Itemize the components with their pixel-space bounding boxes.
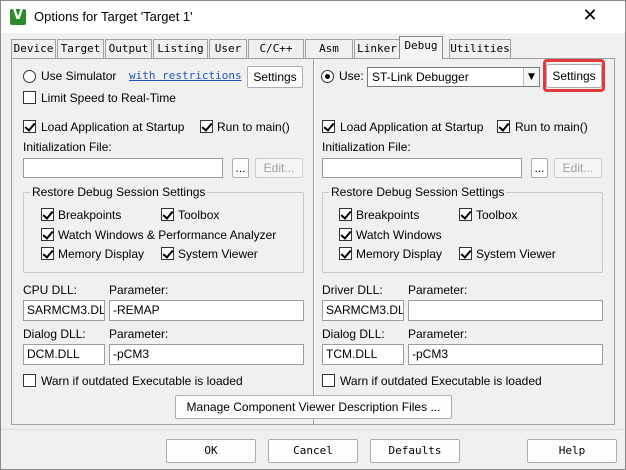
driver-dll-input[interactable]: SARMCM3.DLL <box>322 300 404 321</box>
manage-component-viewer-button[interactable]: Manage Component Viewer Description File… <box>175 395 452 419</box>
right-memory-checkbox[interactable] <box>339 247 352 260</box>
right-init-file-input[interactable] <box>322 158 522 178</box>
left-restore-group-title: Restore Debug Session Settings <box>30 185 208 199</box>
right-restore-group-title: Restore Debug Session Settings <box>329 185 507 199</box>
use-simulator-label: Use Simulator <box>41 69 117 83</box>
left-memory-checkbox[interactable] <box>41 247 54 260</box>
tab-device[interactable]: Device <box>11 39 56 58</box>
options-dialog: Options for Target 'Target 1' ✕ Device T… <box>0 0 626 470</box>
limit-speed-label: Limit Speed to Real-Time <box>41 91 176 105</box>
tab-linker[interactable]: Linker <box>354 39 400 58</box>
left-edit-button[interactable]: Edit... <box>255 158 303 178</box>
use-label: Use: <box>339 69 364 83</box>
cpu-dll-input[interactable]: SARMCM3.DLL <box>23 300 105 321</box>
footer-divider <box>1 429 625 430</box>
defaults-button[interactable]: Defaults <box>370 439 460 463</box>
left-breakpoints-checkbox[interactable] <box>41 208 54 221</box>
left-system-viewer-label: System Viewer <box>178 247 258 261</box>
right-dialog-dll-input[interactable]: TCM.DLL <box>322 344 404 365</box>
cpu-param-input[interactable]: -REMAP <box>109 300 304 321</box>
left-system-viewer-checkbox[interactable] <box>161 247 174 260</box>
left-init-file-input[interactable] <box>23 158 223 178</box>
right-dialog-param-label: Parameter: <box>408 327 468 341</box>
tab-utilities[interactable]: Utilities <box>449 39 511 58</box>
right-watch-label: Watch Windows <box>356 228 442 242</box>
chevron-down-icon[interactable]: ▼ <box>523 68 539 86</box>
tab-user[interactable]: User <box>209 39 247 58</box>
keil-app-icon <box>10 8 26 25</box>
right-breakpoints-label: Breakpoints <box>356 208 420 222</box>
tab-output[interactable]: Output <box>105 39 152 58</box>
left-toolbox-label: Toolbox <box>178 208 220 222</box>
left-dialog-dll-label: Dialog DLL: <box>23 327 86 341</box>
left-warn-checkbox[interactable] <box>23 374 36 387</box>
left-load-app-checkbox[interactable] <box>23 120 36 133</box>
right-init-file-label: Initialization File: <box>322 140 411 154</box>
cpu-dll-label: CPU DLL: <box>23 283 78 297</box>
restrictions-link[interactable]: with restrictions <box>129 69 242 82</box>
right-warn-label: Warn if outdated Executable is loaded <box>340 374 542 388</box>
left-load-app-label: Load Application at Startup <box>41 120 185 134</box>
right-run-to-main-label: Run to main() <box>515 120 588 134</box>
right-memory-label: Memory Display <box>356 247 443 261</box>
title-bar: Options for Target 'Target 1' ✕ <box>1 1 625 33</box>
right-browse-button[interactable]: ... <box>531 158 548 178</box>
left-memory-label: Memory Display <box>58 247 145 261</box>
left-toolbox-checkbox[interactable] <box>161 208 174 221</box>
ok-button[interactable]: OK <box>166 439 256 463</box>
left-run-to-main-checkbox[interactable] <box>200 120 213 133</box>
left-browse-button[interactable]: ... <box>232 158 249 178</box>
tab-listing[interactable]: Listing <box>153 39 208 58</box>
right-toolbox-checkbox[interactable] <box>459 208 472 221</box>
right-system-viewer-checkbox[interactable] <box>459 247 472 260</box>
settings-highlight-box <box>543 59 605 92</box>
simulator-settings-button[interactable]: Settings <box>247 66 303 88</box>
panel-divider <box>313 59 315 424</box>
left-watch-label: Watch Windows & Performance Analyzer <box>58 228 277 242</box>
driver-param-label: Parameter: <box>408 283 468 297</box>
debugger-select-value: ST-Link Debugger <box>372 70 469 84</box>
tab-asm[interactable]: Asm <box>305 39 353 58</box>
use-debugger-radio[interactable] <box>321 70 334 83</box>
right-load-app-label: Load Application at Startup <box>340 120 484 134</box>
close-icon[interactable]: ✕ <box>577 5 603 29</box>
cpu-param-label: Parameter: <box>109 283 169 297</box>
tab-debug[interactable]: Debug <box>399 36 443 59</box>
left-watch-checkbox[interactable] <box>41 228 54 241</box>
left-run-to-main-label: Run to main() <box>217 120 290 134</box>
tab-target[interactable]: Target <box>57 39 104 58</box>
window-title: Options for Target 'Target 1' <box>34 9 193 24</box>
right-breakpoints-checkbox[interactable] <box>339 208 352 221</box>
left-dialog-dll-input[interactable]: DCM.DLL <box>23 344 105 365</box>
tab-c-cpp[interactable]: C/C++ <box>248 39 304 58</box>
right-toolbox-label: Toolbox <box>476 208 518 222</box>
right-dialog-dll-label: Dialog DLL: <box>322 327 385 341</box>
right-dialog-param-input[interactable]: -pCM3 <box>408 344 603 365</box>
right-watch-checkbox[interactable] <box>339 228 352 241</box>
right-system-viewer-label: System Viewer <box>476 247 556 261</box>
cancel-button[interactable]: Cancel <box>268 439 358 463</box>
right-edit-button[interactable]: Edit... <box>554 158 602 178</box>
driver-dll-label: Driver DLL: <box>322 283 383 297</box>
left-breakpoints-label: Breakpoints <box>58 208 122 222</box>
use-simulator-radio[interactable] <box>23 70 36 83</box>
debugger-select[interactable]: ST-Link Debugger ▼ <box>367 67 540 87</box>
right-run-to-main-checkbox[interactable] <box>497 120 510 133</box>
left-dialog-param-input[interactable]: -pCM3 <box>109 344 304 365</box>
right-warn-checkbox[interactable] <box>322 374 335 387</box>
left-warn-label: Warn if outdated Executable is loaded <box>41 374 243 388</box>
driver-param-input[interactable] <box>408 300 603 321</box>
limit-speed-checkbox[interactable] <box>23 91 36 104</box>
help-button[interactable]: Help <box>527 439 617 463</box>
left-init-file-label: Initialization File: <box>23 140 112 154</box>
right-load-app-checkbox[interactable] <box>322 120 335 133</box>
left-dialog-param-label: Parameter: <box>109 327 169 341</box>
